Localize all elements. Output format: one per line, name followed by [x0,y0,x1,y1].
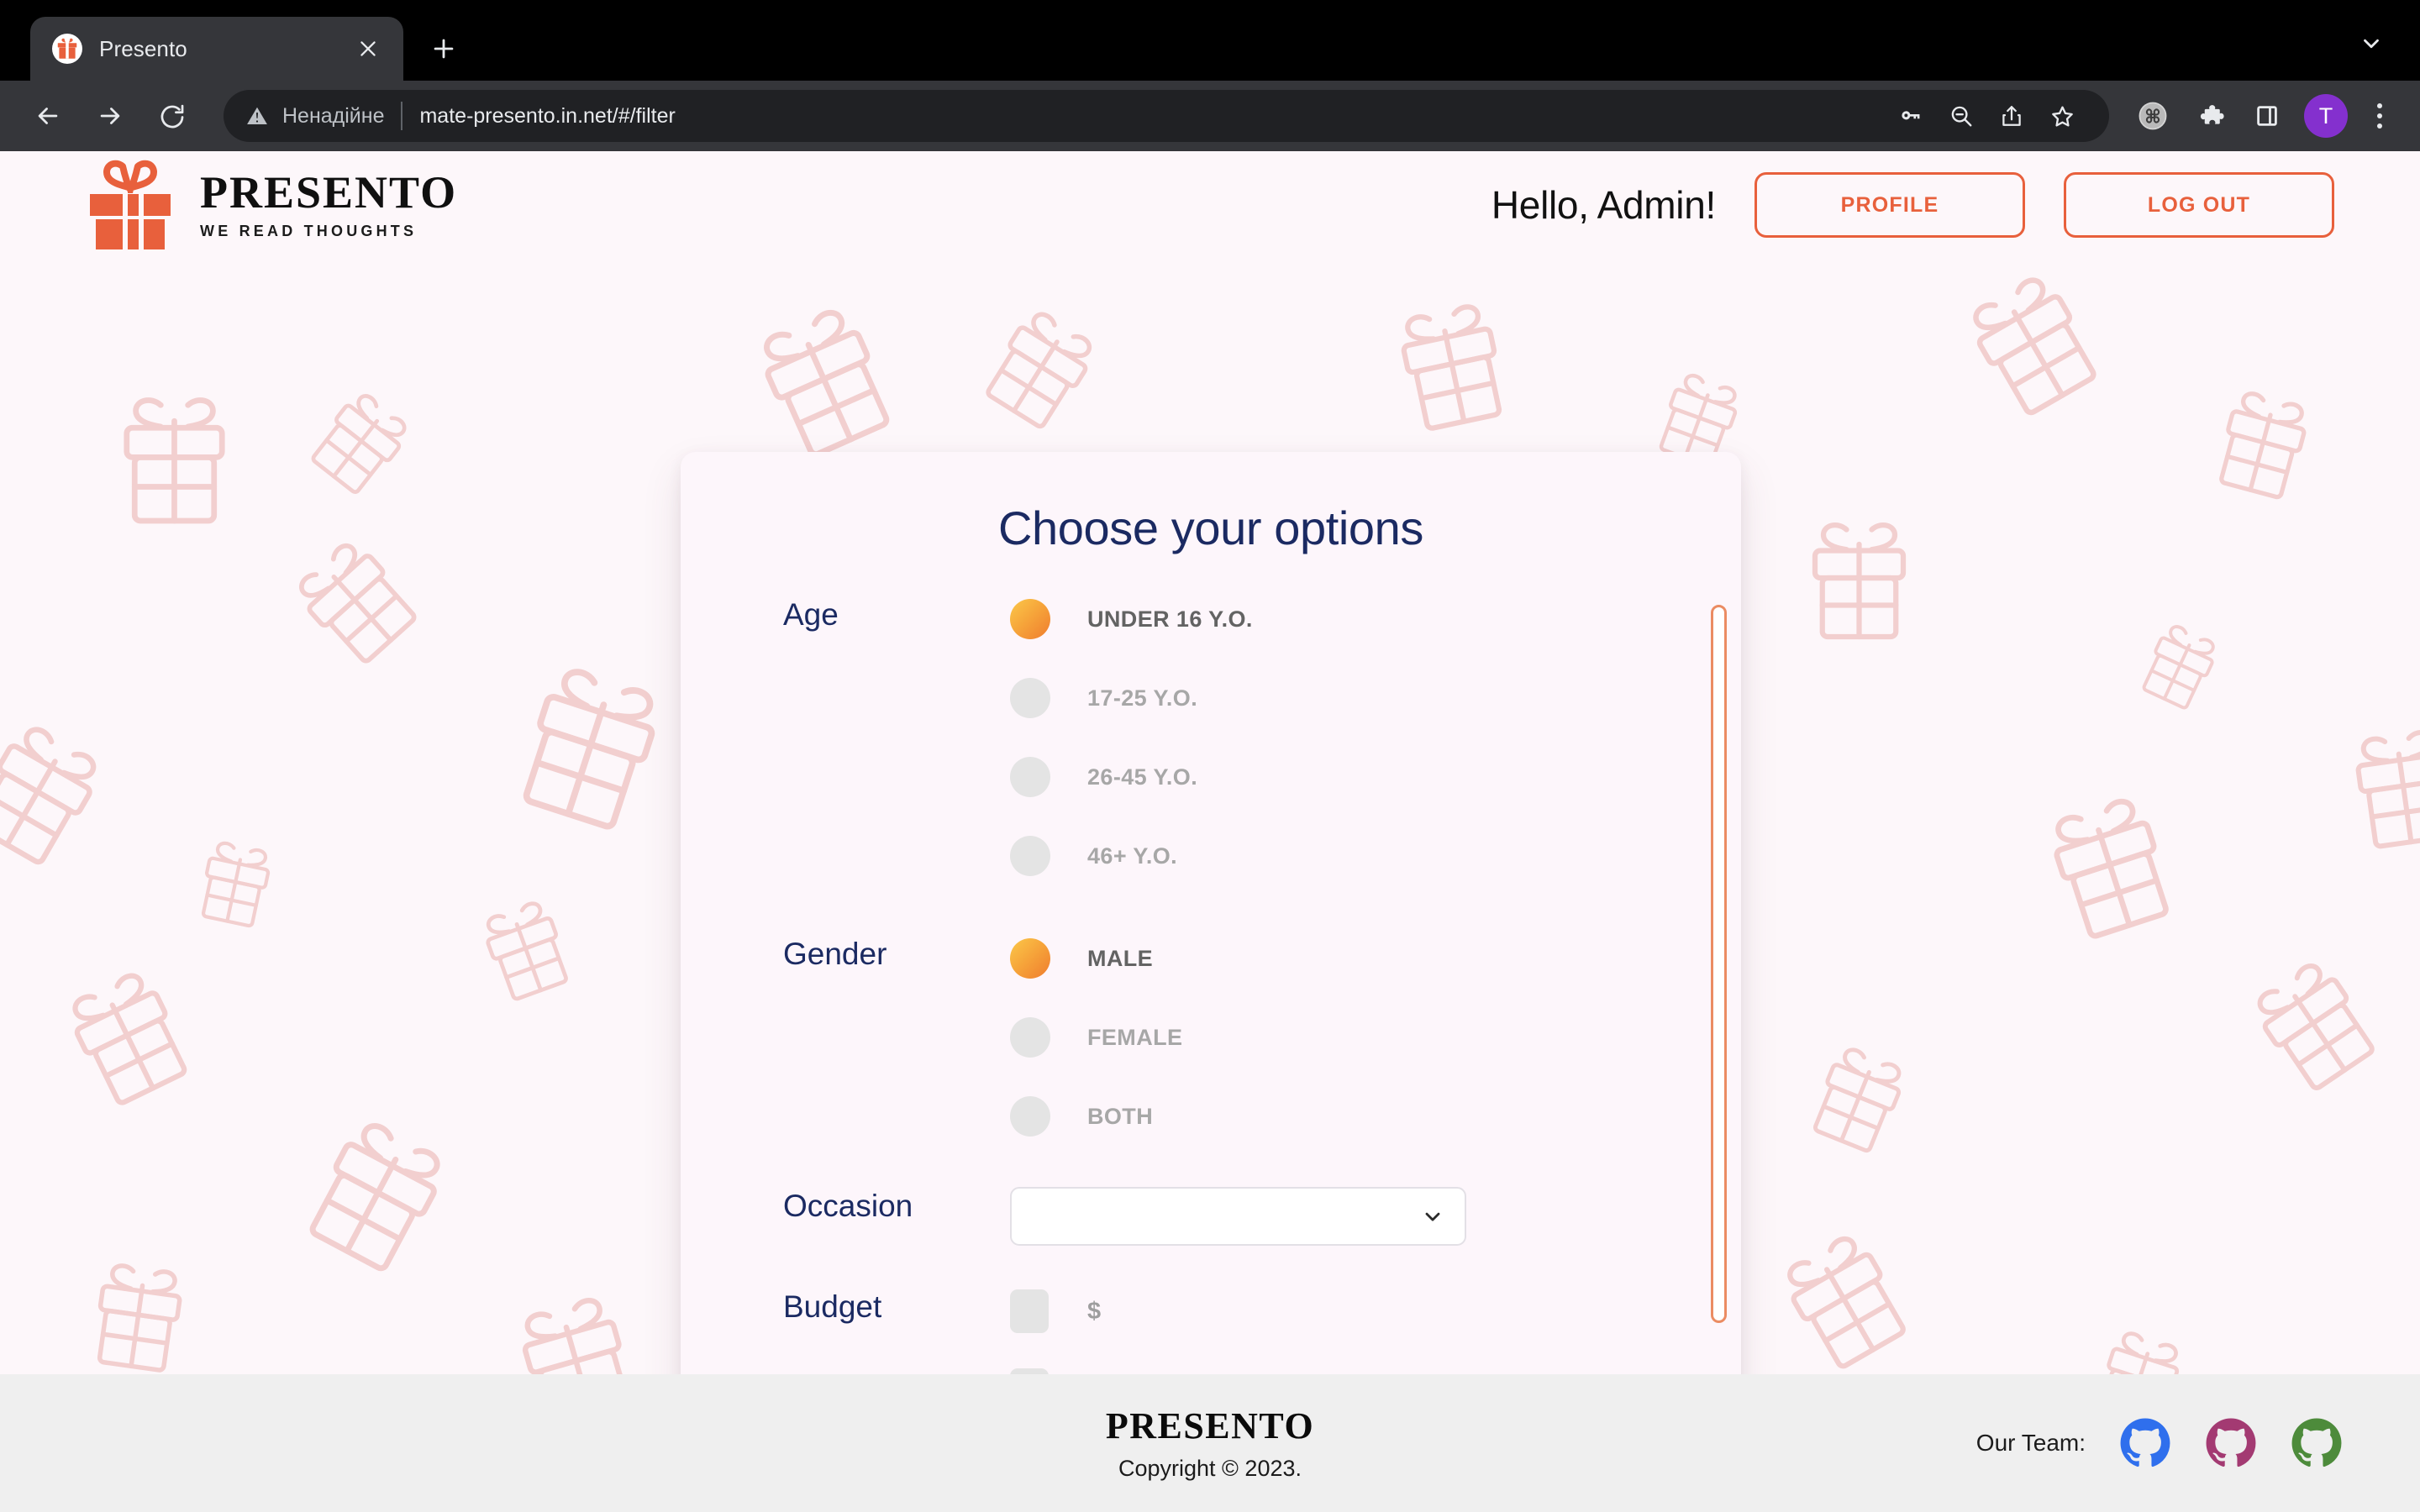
occasion-label: Occasion [783,1189,913,1223]
age-options-group: UNDER 16 Y.O. 17-25 Y.O. 26-45 Y.O. 46+ … [1010,596,1253,879]
team-label: Our Team: [1975,1430,2086,1456]
profile-avatar[interactable]: T [2304,94,2348,138]
site-footer: PRESENTO Copyright © 2023. Our Team: [0,1374,2420,1512]
forward-arrow-icon[interactable] [84,90,136,142]
three-dot-menu-icon[interactable] [2356,92,2403,139]
zoom-out-icon[interactable] [1936,91,1986,141]
browser-toolbar: Ненадійне mate-presento.in.net/#/filter [0,81,2420,151]
security-status-text: Ненадійне [282,103,385,128]
menu-dot [2377,113,2382,118]
share-icon[interactable] [1986,91,2037,141]
extensions-puzzle-icon[interactable] [2184,90,2236,142]
chevron-down-icon[interactable] [1421,1205,1444,1228]
menu-dot [2377,103,2382,108]
age-option-under-16[interactable]: UNDER 16 Y.O. [1010,596,1253,643]
occasion-select-wrap [1010,1187,1466,1246]
gender-option-label: FEMALE [1087,1024,1183,1050]
age-field-row: Age UNDER 16 Y.O. 17-25 Y.O. 26-45 Y.O. … [681,596,1741,879]
radio-icon-selected[interactable] [1010,599,1050,639]
brand-name: PRESENTO [200,167,458,218]
age-option-label: 17-25 Y.O. [1087,685,1198,711]
greeting-text: Hello, Admin! [1491,183,1716,227]
checkbox-icon[interactable] [1010,1289,1049,1333]
age-option-label: UNDER 16 Y.O. [1087,606,1253,632]
options-modal-card: Choose your options Age UNDER 16 Y.O. 17… [681,452,1741,1433]
gender-label: Gender [783,937,887,971]
radio-icon[interactable] [1010,1096,1050,1137]
brand-text: PRESENTO WE READ THOUGHTS [200,170,457,240]
gender-option-male[interactable]: MALE [1010,935,1182,982]
gender-option-label: MALE [1087,945,1154,971]
gift-favicon [52,34,82,64]
tab-title: Presento [99,35,187,61]
gift-box-logo-icon [81,160,180,250]
warning-triangle-icon [245,104,269,128]
modal-title: Choose your options [997,501,1424,554]
github-icon[interactable] [2119,1417,2171,1469]
radio-icon[interactable] [1010,1017,1050,1058]
reload-icon[interactable] [146,90,198,142]
age-option-26-45[interactable]: 26-45 Y.O. [1010,753,1253,801]
new-tab-button[interactable] [420,25,467,72]
header-actions: Hello, Admin! PROFILE LOG OUT [1491,172,2334,238]
gender-option-both[interactable]: BOTH [1010,1093,1182,1140]
budget-label: Budget [783,1289,882,1324]
browser-tab-presento[interactable]: Presento [30,17,403,81]
options-form: Age UNDER 16 Y.O. 17-25 Y.O. 26-45 Y.O. … [681,596,1741,1414]
github-icon[interactable] [2205,1417,2257,1469]
password-key-icon[interactable] [1886,91,1936,141]
radio-icon-selected[interactable] [1010,938,1050,979]
omnibox-actions [1886,91,2087,141]
close-icon[interactable] [351,32,385,66]
footer-team-block: Our Team: [1976,1417,2343,1469]
profile-button[interactable]: PROFILE [1754,172,2025,238]
url-text: mate-presento.in.net/#/filter [419,103,676,128]
gender-options-group: MALE FEMALE BOTH [1010,935,1182,1140]
omnibox[interactable]: Ненадійне mate-presento.in.net/#/filter [224,90,2109,142]
brand-logo[interactable]: PRESENTO WE READ THOUGHTS [81,160,457,250]
brand-tagline: WE READ THOUGHTS [200,223,418,239]
page-viewport: PRESENTO WE READ THOUGHTS Hello, Admin! … [0,151,2420,1512]
radio-icon[interactable] [1010,678,1050,718]
command-badge-icon[interactable] [2127,90,2179,142]
gender-option-label: BOTH [1087,1103,1154,1129]
age-option-46-plus[interactable]: 46+ Y.O. [1010,832,1253,879]
tab-strip: Presento [0,0,2420,81]
occasion-field-row: Occasion [681,1187,1741,1246]
age-option-17-25[interactable]: 17-25 Y.O. [1010,675,1253,722]
browser-window: Presento Ненадійне mate-presento.in.net/… [0,0,2420,1512]
bookmark-star-icon[interactable] [2037,91,2087,141]
side-panel-icon[interactable] [2241,90,2293,142]
site-header: PRESENTO WE READ THOUGHTS Hello, Admin! … [0,151,2420,259]
age-option-label: 46+ Y.O. [1087,843,1178,869]
omnibox-divider [401,102,403,130]
avatar-initial: T [2318,102,2333,129]
radio-icon[interactable] [1010,757,1050,797]
modal-scrollbar[interactable] [1711,605,1727,1323]
budget-option-1[interactable]: $ [1010,1288,1115,1335]
age-option-label: 26-45 Y.O. [1087,764,1198,790]
tab-search-chevron-down-icon[interactable] [2348,20,2395,67]
radio-icon[interactable] [1010,836,1050,876]
logout-button[interactable]: LOG OUT [2064,172,2334,238]
back-arrow-icon[interactable] [22,90,74,142]
budget-option-label: $ [1087,1297,1102,1325]
occasion-select[interactable] [1010,1187,1466,1246]
menu-dot [2377,123,2382,129]
github-icon[interactable] [2291,1417,2343,1469]
gender-option-female[interactable]: FEMALE [1010,1014,1182,1061]
footer-copyright: Copyright © 2023. [1118,1456,1302,1481]
gender-field-row: Gender MALE FEMALE BOTH [681,935,1741,1140]
footer-brand-name: PRESENTO [1105,1405,1315,1446]
age-label: Age [783,597,839,632]
page-body: Choose your options Age UNDER 16 Y.O. 17… [0,259,2420,1512]
